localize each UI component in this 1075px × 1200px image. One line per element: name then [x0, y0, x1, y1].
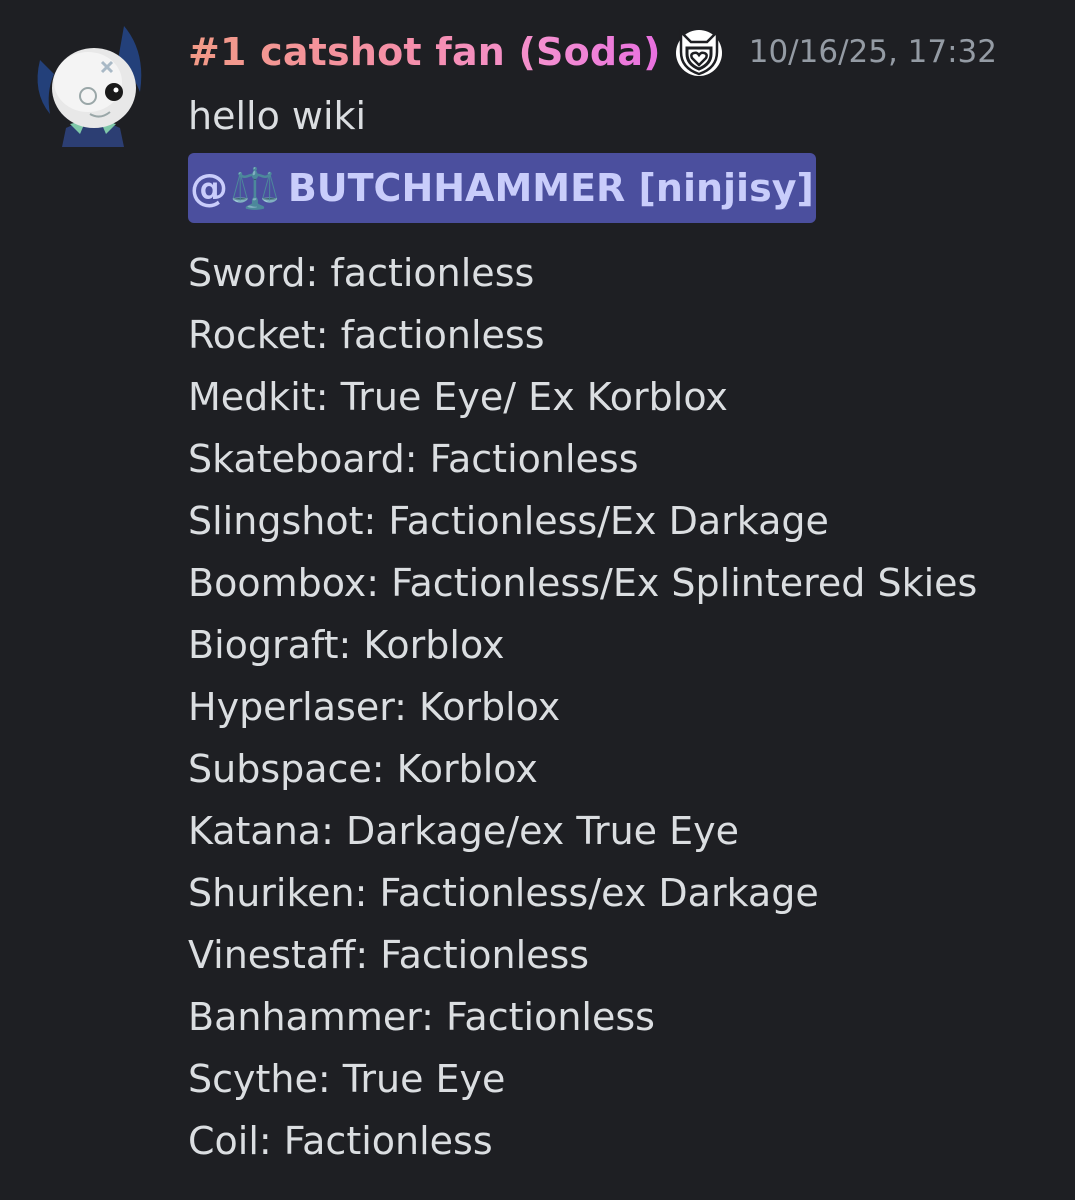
message-content: hello wiki @ ⚖️ BUTCHHAMMER [ninjisy] Sw… — [188, 88, 1058, 1172]
list-item: Shuriken: Factionless/ex Darkage — [188, 871, 819, 915]
avatar-image — [37, 26, 142, 147]
list-item: Rocket: factionless — [188, 313, 545, 357]
message-greeting: hello wiki — [188, 94, 367, 138]
chat-message: #1 catshot fan (Soda) 10/16/25, 17:32 he… — [0, 0, 1075, 1200]
list-item: Hyperlaser: Korblox — [188, 685, 561, 729]
list-item: Scythe: True Eye — [188, 1057, 506, 1101]
shield-heart-icon[interactable] — [673, 26, 725, 78]
list-item: Skateboard: Factionless — [188, 437, 639, 481]
message-timestamp[interactable]: 10/16/25, 17:32 — [749, 34, 997, 70]
list-item: Boombox: Factionless/Ex Splintered Skies — [188, 561, 978, 605]
list-item: Vinestaff: Factionless — [188, 933, 590, 977]
mention-name: BUTCHHAMMER [ninjisy] — [287, 166, 814, 210]
list-item: Medkit: True Eye/ Ex Korblox — [188, 375, 728, 419]
message-header: #1 catshot fan (Soda) 10/16/25, 17:32 — [188, 22, 997, 82]
user-avatar[interactable] — [28, 22, 158, 147]
list-item: Subspace: Korblox — [188, 747, 538, 791]
mention-row: @ ⚖️ BUTCHHAMMER [ninjisy] — [188, 144, 1058, 232]
list-item: Biograft: Korblox — [188, 623, 505, 667]
mention-prefix: @ — [190, 166, 228, 210]
list-item: Sword: factionless — [188, 251, 535, 295]
author-name[interactable]: #1 catshot fan (Soda) — [188, 30, 661, 74]
list-item: Slingshot: Factionless/Ex Darkage — [188, 499, 829, 543]
list-item: Coil: Factionless — [188, 1119, 493, 1163]
list-item: Banhammer: Factionless — [188, 995, 655, 1039]
user-mention[interactable]: @ ⚖️ BUTCHHAMMER [ninjisy] — [188, 153, 816, 223]
weapon-list: Sword: factionless Rocket: factionless M… — [188, 242, 1058, 1172]
scales-icon: ⚖️ — [230, 165, 280, 212]
list-item: Katana: Darkage/ex True Eye — [188, 809, 740, 853]
